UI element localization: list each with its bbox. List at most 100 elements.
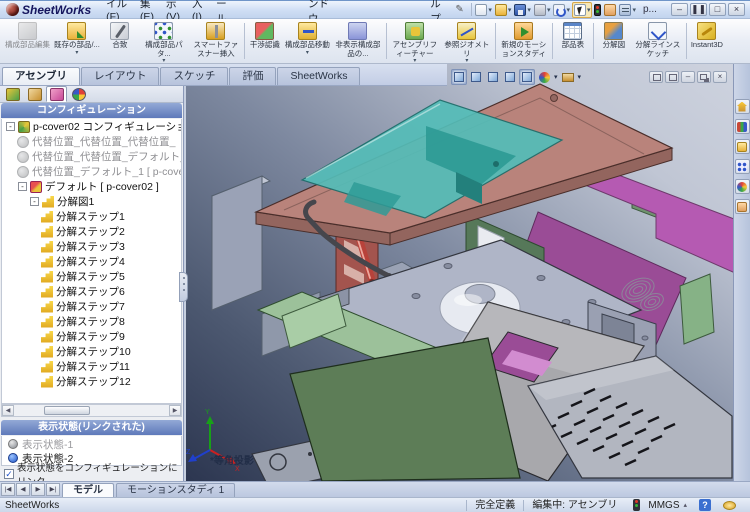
assembly-features-button[interactable]: アセンブリフィーチャー▾: [389, 20, 441, 62]
scroll-right-button[interactable]: ▶: [169, 405, 181, 416]
graphics-viewport[interactable]: Y X Z ▾▾ –× *等角投影: [186, 64, 733, 481]
smart-fastener-button[interactable]: スマートファスナー挿入: [190, 20, 242, 62]
expander-minus-icon[interactable]: -: [30, 197, 39, 206]
next-tab-button[interactable]: ▶: [31, 483, 45, 496]
float-button[interactable]: ❚❚: [690, 3, 707, 16]
tree-item[interactable]: -分解図1: [2, 194, 181, 209]
dropdown-arrow-icon[interactable]: ▾: [488, 6, 492, 14]
apply-scene-button[interactable]: [560, 69, 576, 85]
units-label[interactable]: MMGS: [648, 500, 679, 511]
dropdown-arrow-icon[interactable]: ▾: [632, 6, 636, 14]
palette-button[interactable]: [735, 159, 750, 174]
help-icon[interactable]: ?: [699, 499, 711, 511]
restore-button[interactable]: [697, 71, 711, 83]
scrollbar-thumb[interactable]: [44, 406, 90, 415]
open-button[interactable]: ▾: [494, 3, 513, 17]
tab-スケッチ[interactable]: スケッチ: [160, 67, 228, 85]
tree-item[interactable]: 分解ステップ11: [2, 359, 181, 374]
configuration-manager-tab[interactable]: [46, 86, 67, 102]
tab-レイアウト[interactable]: レイアウト: [81, 67, 160, 85]
minimize-button[interactable]: –: [671, 3, 688, 16]
search-box[interactable]: p...: [643, 4, 665, 15]
dock-button[interactable]: [665, 71, 679, 83]
explode-line-button[interactable]: 分解ラインスケッチ: [632, 20, 684, 62]
property-manager-tab[interactable]: [24, 86, 45, 102]
scroll-left-button[interactable]: ◀: [2, 405, 14, 416]
tab-モーションスタディ 1[interactable]: モーションスタディ 1: [116, 483, 235, 497]
instant3d-button[interactable]: Instant3D: [689, 20, 725, 62]
custom-properties-button[interactable]: [735, 199, 750, 214]
dropdown-arrow-icon[interactable]: ▾: [75, 50, 78, 56]
tree-item[interactable]: -デフォルト [ p-cover02 ]: [2, 179, 181, 194]
move-component-button[interactable]: 構成部品移動▾: [283, 20, 332, 62]
units-caret-icon[interactable]: ▴: [683, 501, 687, 509]
appearances-button[interactable]: [735, 179, 750, 194]
insert-component-button[interactable]: 既存の部品/...▾: [52, 20, 102, 62]
bom-button[interactable]: 部品表: [555, 20, 591, 62]
dropdown-arrow-icon[interactable]: ▾: [587, 6, 591, 14]
shaded-button[interactable]: [502, 69, 518, 85]
feature-manager-tab[interactable]: [2, 86, 23, 102]
prev-tab-button[interactable]: ◀: [16, 483, 30, 496]
tree-item[interactable]: 分解ステップ2: [2, 224, 181, 239]
dropdown-arrow-icon[interactable]: ▾: [547, 6, 551, 14]
tree-item[interactable]: 分解ステップ5: [2, 269, 181, 284]
hole-part[interactable]: [444, 264, 452, 269]
tab-アセンブリ[interactable]: アセンブリ: [2, 67, 80, 85]
edit-appearance-button[interactable]: [536, 69, 552, 85]
shaded-with-edges-button[interactable]: [519, 69, 535, 85]
tree-item[interactable]: 分解ステップ6: [2, 284, 181, 299]
dropdown-arrow-icon[interactable]: ▾: [508, 6, 512, 14]
close-button[interactable]: ×: [713, 71, 727, 83]
tree-item[interactable]: 分解ステップ7: [2, 299, 181, 314]
options-button[interactable]: ▾: [618, 3, 637, 17]
show-hidden-button[interactable]: 非表示構成部品の...: [332, 20, 384, 62]
link-display-states-checkbox[interactable]: ✓: [4, 469, 14, 479]
front-green-panel-part[interactable]: [290, 338, 520, 481]
expander-minus-icon[interactable]: -: [6, 122, 15, 131]
tree-horizontal-scrollbar[interactable]: ◀ ▶: [1, 404, 182, 417]
grey-panel-part[interactable]: [212, 176, 262, 310]
new-document-button[interactable]: ▾: [474, 3, 493, 17]
close-button[interactable]: ×: [728, 3, 745, 16]
hole-part[interactable]: [537, 276, 545, 281]
select-button[interactable]: ▾: [572, 2, 593, 18]
tab-モデル[interactable]: モデル: [62, 483, 114, 497]
dropdown-arrow-icon[interactable]: ▾: [566, 6, 570, 14]
motion-study-button[interactable]: 新規のモーションスタディ: [498, 20, 550, 62]
panel-splitter-handle[interactable]: [179, 272, 188, 302]
rebuild-button[interactable]: [593, 3, 602, 17]
3d-model[interactable]: Y X Z: [186, 64, 733, 481]
wireframe-button[interactable]: [468, 69, 484, 85]
first-tab-button[interactable]: |◀: [1, 483, 15, 496]
print-button[interactable]: ▾: [533, 3, 552, 17]
tree-item[interactable]: 代替位置_デフォルト_1 [ p-cover: [2, 164, 181, 179]
tree-item[interactable]: 代替位置_代替位置_デフォルト_1_: [2, 149, 181, 164]
reference-geometry-button[interactable]: 参照ジオメトリ▾: [441, 20, 493, 62]
undo-button[interactable]: ▾: [552, 3, 571, 17]
file-explorer-button[interactable]: [735, 139, 750, 154]
expander-minus-icon[interactable]: -: [18, 182, 27, 191]
design-library-button[interactable]: [735, 119, 750, 134]
minimize-button[interactable]: –: [681, 71, 695, 83]
tree-item[interactable]: 分解ステップ12: [2, 374, 181, 389]
tree-item[interactable]: 分解ステップ3: [2, 239, 181, 254]
tree-item[interactable]: 分解ステップ1: [2, 209, 181, 224]
pattern-button[interactable]: 構成部品パタ...▾: [138, 20, 190, 62]
home-button[interactable]: [735, 99, 750, 114]
file-properties-button[interactable]: [603, 3, 617, 17]
tree-item[interactable]: 分解ステップ10: [2, 344, 181, 359]
display-state-item[interactable]: 表示状態-1: [2, 437, 181, 451]
restore-button[interactable]: □: [709, 3, 726, 16]
display-manager-tab[interactable]: [68, 86, 89, 102]
tree-item[interactable]: 代替位置_代替位置_代替位置_: [2, 134, 181, 149]
tab-評価[interactable]: 評価: [229, 67, 276, 85]
dropdown-arrow-icon[interactable]: ▾: [578, 73, 582, 81]
interference-button[interactable]: 干渉認識: [247, 20, 283, 62]
green-bracket-part[interactable]: [680, 274, 714, 344]
tree-item[interactable]: 分解ステップ8: [2, 314, 181, 329]
hole-part[interactable]: [412, 294, 420, 299]
dropdown-arrow-icon[interactable]: ▾: [306, 50, 309, 56]
tree-item[interactable]: -p-cover02 コンフィギュレーション (デフォルト: [2, 119, 181, 134]
save-button[interactable]: ▾: [513, 3, 532, 17]
